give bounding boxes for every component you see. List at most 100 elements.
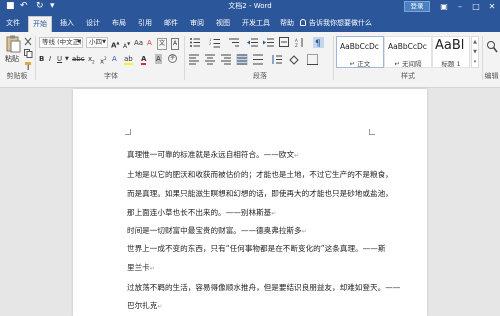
styles-group-label: 样式: [401, 72, 415, 80]
borders-icon[interactable]: [307, 54, 318, 65]
font-color-icon[interactable]: A: [141, 54, 147, 65]
subscript-icon[interactable]: x2: [88, 54, 95, 67]
tab-insert[interactable]: 插入: [56, 16, 78, 32]
text-line[interactable]: 真理惟一可靠的标准就是永远自相符合。——欧文↵: [127, 149, 299, 162]
text-line-content: 而是真理。如果只能滋生瞑想和幻想的话，即使再大的才能也只是砂地或盐池，: [127, 189, 393, 198]
paragraph-toolbar-row-2: [189, 54, 318, 65]
strikethrough-icon[interactable]: abc: [72, 54, 85, 64]
style-preview: AaBbCcDc: [388, 42, 427, 51]
text-line[interactable]: 巴尔扎克↵: [127, 300, 162, 313]
text-line[interactable]: 而是真理。如果只能滋生瞑想和幻想的话，即使再大的才能也只是砂地或盐池，: [127, 188, 393, 200]
phonetic-guide-icon[interactable]: 文: [157, 38, 168, 50]
bullets-icon[interactable]: [190, 38, 200, 47]
chevron-down-icon: ▼: [77, 39, 81, 45]
style-heading-1[interactable]: AaBl 标题 1: [432, 36, 470, 68]
document-page[interactable]: 真理惟一可靠的标准就是永远自相符合。——欧文↵ 土地是以它的肥沃和收获而被估价的…: [73, 89, 427, 316]
style-preview: AaBl: [435, 38, 465, 53]
maximize-button[interactable]: □: [468, 0, 484, 13]
editing-group-label: 编辑: [484, 72, 499, 80]
sort-icon[interactable]: AZ: [295, 38, 303, 48]
align-left-icon[interactable]: [189, 54, 199, 65]
font-name-dropdown[interactable]: 等线 (中文正) ▼: [39, 37, 83, 48]
tab-home[interactable]: 开始: [28, 16, 52, 32]
align-center-icon[interactable]: [205, 54, 215, 65]
tab-design[interactable]: 设计: [82, 16, 104, 32]
font-size-dropdown[interactable]: 小四 ▼: [86, 37, 108, 48]
tab-references[interactable]: 引用: [134, 16, 156, 32]
paragraph-mark-icon: ↵: [149, 265, 155, 272]
bold-icon[interactable]: B: [39, 54, 44, 64]
copy-icon[interactable]: [24, 49, 33, 58]
tab-layout[interactable]: 布局: [108, 16, 130, 32]
minimize-button[interactable]: –: [452, 0, 468, 13]
text-line[interactable]: 里兰卡↵: [127, 262, 155, 275]
tab-mailings[interactable]: 邮件: [160, 16, 182, 32]
login-button[interactable]: 登录: [404, 1, 430, 12]
change-case-icon[interactable]: Aa: [134, 38, 143, 48]
paragraph-mark-icon: ↵: [301, 228, 307, 235]
text-line-content: 世界上一成不变的东西，只有“任何事物都是在不断变化的”这条真理。——斯: [127, 244, 386, 253]
margin-corner-mark: [369, 129, 375, 135]
chinese-layout-icon[interactable]: [279, 37, 289, 47]
find-icon[interactable]: [486, 40, 498, 54]
align-right-icon[interactable]: [221, 54, 231, 65]
decrease-indent-icon[interactable]: [247, 38, 258, 47]
paragraph-mark-icon: ↵: [294, 152, 300, 159]
ribbon-home: 粘贴 剪贴板 等线 (中文正) ▼ 小四 ▼ A▲ A▼ Aa A 文 A B I …: [0, 32, 500, 88]
superscript-icon[interactable]: x2: [100, 54, 107, 66]
margin-corner-mark: [125, 129, 131, 135]
ribbon-display-options-icon[interactable]: ▣: [436, 0, 452, 13]
line-spacing-icon[interactable]: [272, 55, 282, 64]
text-line[interactable]: 土地是以它的肥沃和收获而被估价的；才能也是土地，不过它生产的不是粮食，: [127, 169, 393, 181]
text-line[interactable]: 过放荡不羁的生活，容易得像顺水推舟，但是要结识良朋益友，却难如登天。——: [127, 282, 400, 294]
numbering-icon[interactable]: 12: [209, 38, 220, 48]
show-hide-marks-icon[interactable]: ¶: [313, 37, 324, 48]
paste-button[interactable]: 粘贴: [5, 35, 21, 65]
format-painter-icon[interactable]: [24, 61, 33, 70]
multilevel-list-icon[interactable]: [229, 38, 239, 47]
shading-icon[interactable]: [289, 55, 299, 65]
clear-formatting-icon[interactable]: A: [147, 38, 152, 48]
underline-icon[interactable]: U: [57, 54, 62, 64]
shrink-font-icon[interactable]: A▼: [123, 39, 130, 52]
text-line-content: 过放荡不羁的生活，容易得像顺水推舟，但是要结识良朋益友，却难如登天。——: [127, 283, 401, 292]
increase-indent-icon[interactable]: [263, 38, 274, 47]
group-divider: [184, 36, 185, 80]
text-line-content: 巴尔扎克: [127, 301, 158, 310]
style-no-spacing[interactable]: AaBbCcDc ↵ 无间隔: [384, 36, 432, 68]
tab-help[interactable]: 帮助: [276, 16, 298, 32]
style-name: ↵ 正文: [349, 60, 371, 68]
text-line[interactable]: 时间是一切财富中最宝贵的财富。——德奥弗拉斯多↵: [127, 225, 307, 238]
italic-icon[interactable]: I: [49, 54, 51, 64]
lightbulb-icon: [300, 19, 306, 26]
group-divider: [35, 36, 36, 80]
text-line-content: 土地是以它的肥沃和收获而被估价的；才能也是土地，不过它生产的不是粮食，: [127, 170, 393, 179]
character-border-icon[interactable]: A: [171, 38, 180, 50]
svg-text:¶: ¶: [315, 39, 321, 48]
text-line-content: 时间是一切财富中最宝贵的财富。——德奥弗拉斯多: [127, 226, 302, 235]
close-button[interactable]: ✕: [484, 0, 500, 13]
text-line[interactable]: 那上面连小草也长不出来的。——别林斯基↵: [127, 207, 276, 220]
grow-font-icon[interactable]: A▲: [111, 38, 120, 50]
text-line[interactable]: 世界上一成不变的东西，只有“任何事物都是在不断变化的”这条真理。——斯: [127, 243, 385, 255]
text-effects-icon[interactable]: A: [112, 54, 117, 64]
cut-icon[interactable]: [24, 37, 33, 46]
ribbon-tab-bar: 文件 开始 插入 设计 布局 引用 邮件 审阅 视图 开发工具 帮助 告诉我你想…: [0, 13, 500, 32]
tab-developer[interactable]: 开发工具: [240, 16, 272, 32]
tab-file[interactable]: 文件: [2, 16, 24, 32]
chevron-down-icon[interactable]: ▼: [65, 54, 69, 64]
highlight-icon[interactable]: ab: [124, 54, 133, 65]
distributed-icon[interactable]: [253, 54, 263, 65]
character-shading-icon[interactable]: A: [155, 54, 162, 64]
justify-icon[interactable]: [236, 54, 248, 65]
text-line-content: 那上面连小草也长不出来的。——别林斯基: [127, 208, 272, 217]
tab-view[interactable]: 视图: [212, 16, 234, 32]
font-size-value: 小四: [89, 38, 102, 46]
clipboard-group-label: 剪贴板: [6, 72, 28, 80]
tell-me-search[interactable]: 告诉我你想要做什么: [300, 16, 372, 30]
tab-review[interactable]: 审阅: [186, 16, 208, 32]
style-normal[interactable]: AaBbCcDc ↵ 正文: [336, 36, 384, 68]
paragraph-mark-icon: ↵: [271, 210, 277, 217]
enclose-characters-icon[interactable]: 字: [168, 54, 177, 63]
styles-gallery-scroll[interactable]: ▲ ▼ ▾: [471, 36, 479, 68]
